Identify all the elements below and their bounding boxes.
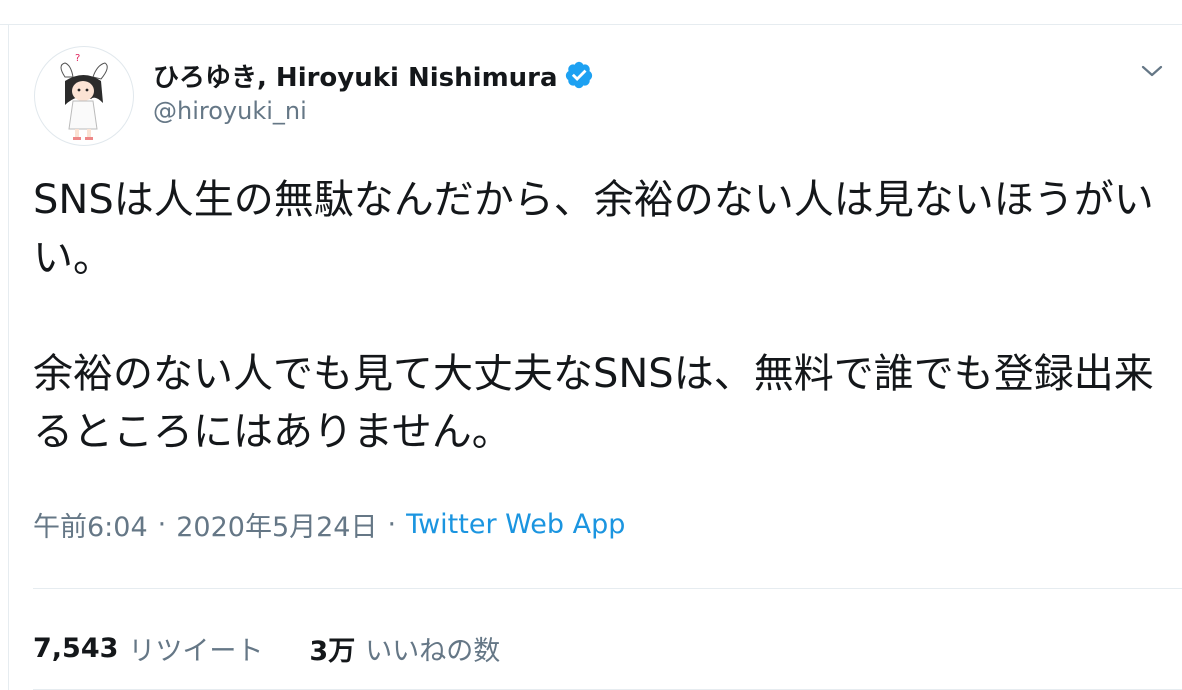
tweet-stats: 7,543 リツイート 3万 いいねの数 xyxy=(33,629,500,668)
meta-separator: · xyxy=(157,509,167,540)
tweet-meta: 午前6:04 · 2020年5月24日 · Twitter Web App xyxy=(33,505,625,544)
like-count: 3万 xyxy=(309,636,356,667)
author-handle[interactable]: @hiroyuki_ni xyxy=(153,97,307,125)
tweet-date[interactable]: 2020年5月24日 xyxy=(176,505,377,544)
tweet-text: SNSは人生の無駄なんだから、余裕のない人は見ないほうがいい。 余裕のない人でも… xyxy=(33,171,1163,461)
author-name-row[interactable]: ひろゆき, Hiroyuki Nishimura xyxy=(153,57,594,93)
tweet-time[interactable]: 午前6:04 xyxy=(33,505,148,544)
bunny-girl-avatar-icon: ? xyxy=(60,53,108,140)
avatar[interactable]: ? xyxy=(34,46,134,146)
tweet-paragraph: 余裕のない人でも見て大丈夫なSNSは、無料で誰でも登録出来るところにはありません… xyxy=(33,351,1154,455)
meta-separator: · xyxy=(387,509,397,540)
tweet-card: ? ひろゆき, Hiroyuki Nishimura @hiroyuki_ni … xyxy=(9,25,1182,690)
retweet-label: リツイート xyxy=(128,636,264,667)
svg-text:?: ? xyxy=(75,53,80,64)
stats-divider xyxy=(33,588,1182,589)
author-display-name[interactable]: ひろゆき, Hiroyuki Nishimura xyxy=(153,57,558,94)
verified-badge-icon xyxy=(564,60,594,90)
chevron-down-icon[interactable] xyxy=(1138,57,1166,85)
tweet-source-link[interactable]: Twitter Web App xyxy=(406,509,625,540)
tweet-paragraph: SNSは人生の無駄なんだから、余裕のない人は見ないほうがいい。 xyxy=(33,177,1154,281)
like-stat[interactable]: 3万 いいねの数 xyxy=(309,629,500,668)
retweet-count: 7,543 xyxy=(33,633,119,664)
retweet-stat[interactable]: 7,543 リツイート xyxy=(33,629,263,668)
like-label: いいねの数 xyxy=(365,636,501,667)
